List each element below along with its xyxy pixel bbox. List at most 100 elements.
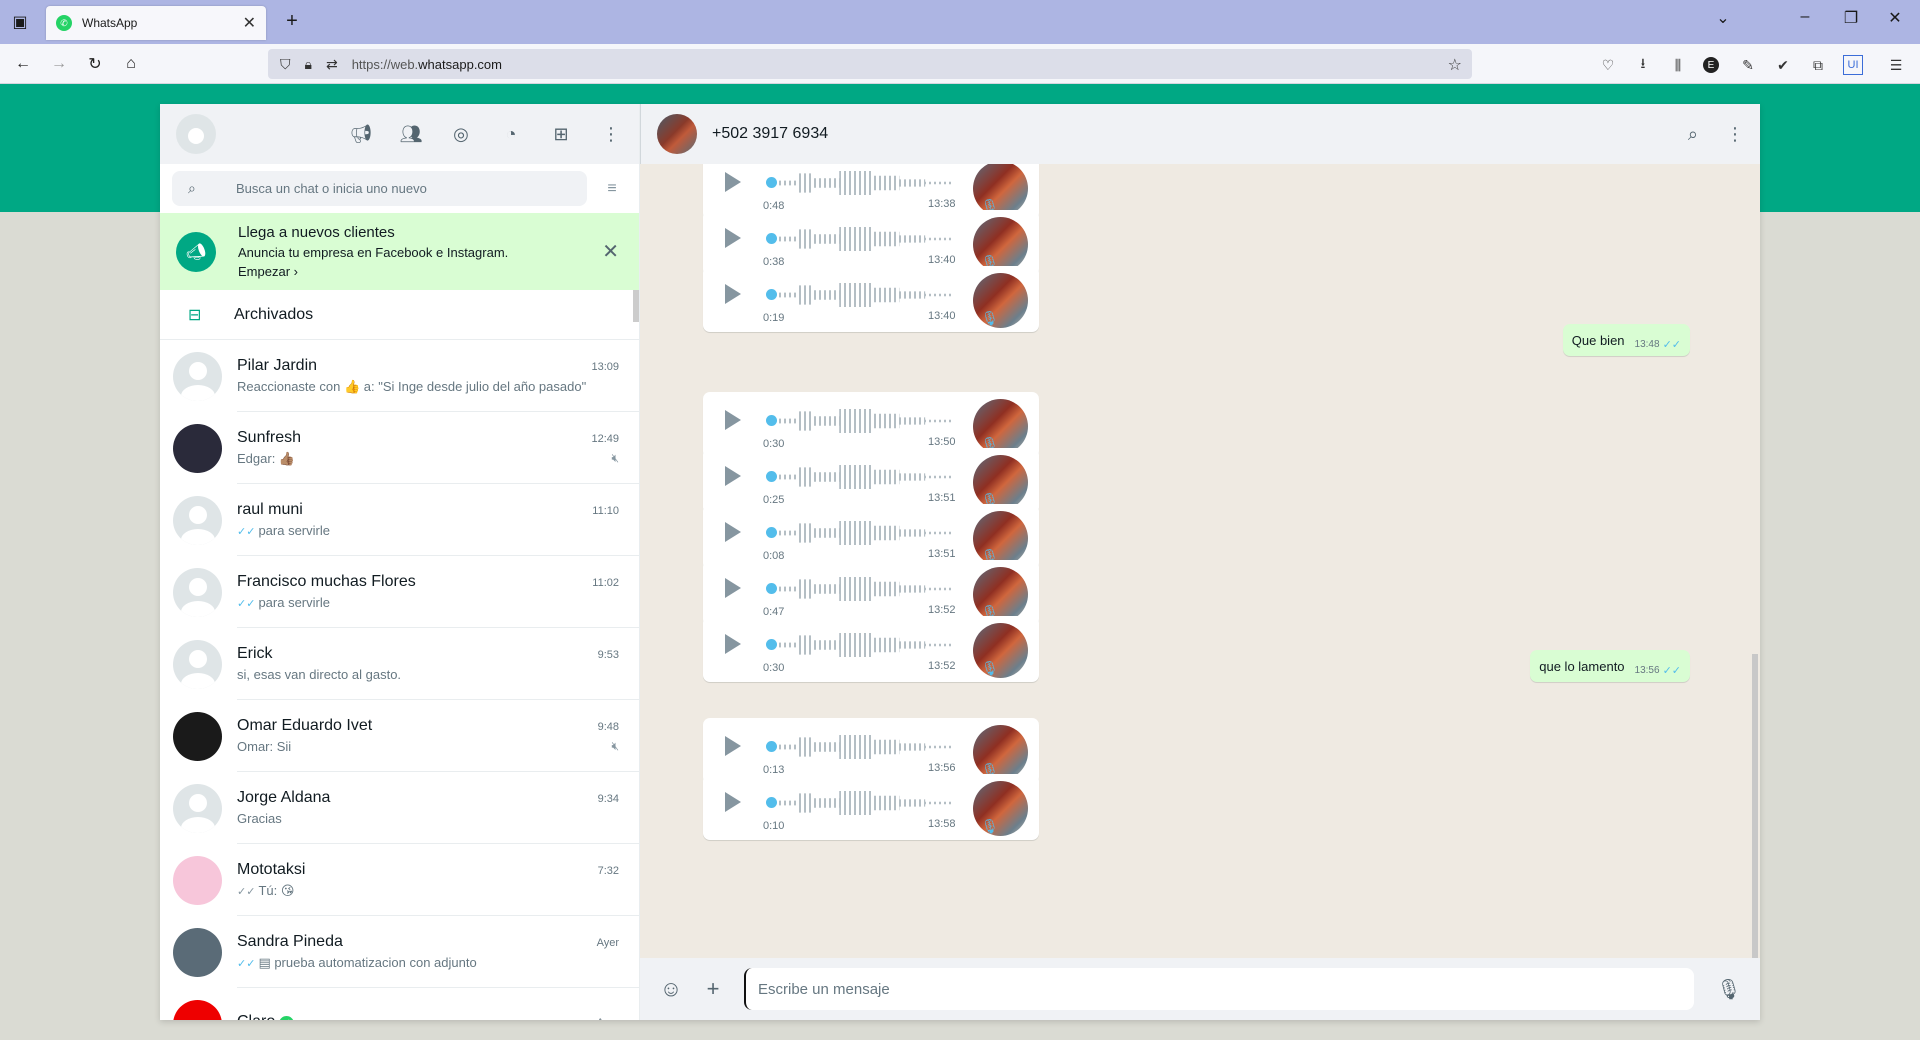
read-receipt-icon: ✓✓: [1662, 338, 1681, 351]
promo-banner[interactable]: 📣︎ Llega a nuevos clientes Anuncia tu em…: [160, 213, 639, 290]
playback-slider-handle[interactable]: [766, 471, 777, 482]
chat-list-item[interactable]: raul muni 11:10 ✓✓ para servirle: [160, 484, 639, 556]
extensions-puzzle-icon[interactable]: ⧉: [1808, 55, 1828, 75]
message-time: 13:52: [928, 604, 956, 616]
audio-waveform[interactable]: [779, 633, 951, 657]
close-window-icon[interactable]: ✕: [1880, 8, 1910, 28]
audio-waveform[interactable]: [779, 171, 951, 195]
channels-icon[interactable]: 📢︎: [349, 124, 373, 145]
address-bar[interactable]: ⛉ 🔒︎ ⇄ https://web.whatsapp.com ☆: [268, 49, 1472, 79]
library-icon[interactable]: ⫼: [1668, 55, 1688, 75]
menu-dots-icon[interactable]: ⋮: [1726, 124, 1744, 145]
audio-waveform[interactable]: [779, 465, 951, 489]
conversation-header[interactable]: +502 3917 6934 ⌕ ⋮: [640, 104, 1760, 164]
home-icon[interactable]: ⌂: [120, 53, 142, 75]
contact-name[interactable]: +502 3917 6934: [712, 125, 828, 143]
playback-slider-handle[interactable]: [766, 797, 777, 808]
chat-list-item[interactable]: Claro ✓ Ayer: [160, 988, 639, 1020]
chat-list-item[interactable]: Sunfresh 12:49 Edgar: 👍🏽 🔇︎: [160, 412, 639, 484]
play-icon[interactable]: [725, 172, 741, 192]
playback-slider-handle[interactable]: [766, 415, 777, 426]
play-icon[interactable]: [725, 284, 741, 304]
restore-icon[interactable]: ❐: [1836, 8, 1866, 28]
menu-icon[interactable]: ☰: [1886, 55, 1906, 75]
permissions-icon[interactable]: ⇄: [326, 56, 338, 73]
downloads-icon[interactable]: ⭳: [1633, 55, 1653, 75]
audio-waveform[interactable]: [779, 577, 951, 601]
message-input[interactable]: Escribe un mensaje: [744, 968, 1694, 1010]
extension-check-icon[interactable]: ✔: [1773, 55, 1793, 75]
chat-list-item[interactable]: Jorge Aldana 9:34 Gracias: [160, 772, 639, 844]
play-icon[interactable]: [725, 736, 741, 756]
extension-ui-icon[interactable]: UI: [1843, 55, 1863, 75]
search-input[interactable]: ⌕ Busca un chat o inicia uno nuevo: [172, 171, 587, 206]
list-all-tabs-icon[interactable]: ⌄: [1708, 8, 1738, 28]
chat-avatar: [173, 351, 222, 401]
url-text[interactable]: https://web.whatsapp.com: [352, 57, 502, 72]
shield-icon[interactable]: ⛉: [280, 56, 291, 73]
playback-slider-handle[interactable]: [766, 639, 777, 650]
emoji-icon[interactable]: ☺: [656, 976, 686, 1002]
minimize-icon[interactable]: –: [1790, 8, 1820, 26]
communities-icon[interactable]: 👥︎: [399, 124, 423, 145]
back-icon[interactable]: ←: [12, 53, 34, 75]
voice-message[interactable]: 0:19 13:40 🎙︎: [703, 266, 1039, 332]
playback-slider-handle[interactable]: [766, 527, 777, 538]
search-icon[interactable]: ⌕: [1688, 124, 1698, 145]
close-tab-icon[interactable]: ✕: [243, 13, 256, 33]
outgoing-message[interactable]: Que bien 13:48 ✓✓: [1562, 324, 1690, 356]
outgoing-message[interactable]: que lo lamento 13:56 ✓✓: [1530, 650, 1690, 682]
new-chat-icon[interactable]: ⊞: [549, 124, 573, 145]
play-icon[interactable]: [725, 792, 741, 812]
reload-icon[interactable]: ↻: [84, 53, 106, 75]
extension-e-icon[interactable]: E: [1703, 57, 1719, 73]
menu-dots-icon[interactable]: ⋮: [599, 124, 623, 145]
chat-list-item[interactable]: Mototaksi 7:32 ✓✓ Tú: 😘: [160, 844, 639, 916]
chat-list-item[interactable]: Francisco muchas Flores 11:02 ✓✓ para servi…: [160, 556, 639, 628]
lock-icon[interactable]: 🔒︎: [305, 56, 312, 73]
chat-list-item[interactable]: Omar Eduardo Ivet 9:48 Omar: Sii 🔇︎: [160, 700, 639, 772]
my-avatar[interactable]: [176, 114, 216, 154]
microphone-icon[interactable]: 🎙︎: [1714, 977, 1744, 1002]
voice-message[interactable]: 0:10 13:58 🎙︎: [703, 774, 1039, 840]
eyedropper-icon[interactable]: ✎: [1738, 55, 1758, 75]
filter-icon[interactable]: ≡: [597, 180, 627, 198]
channels-chat-icon[interactable]: ◔: [499, 124, 523, 145]
playback-slider-handle[interactable]: [766, 741, 777, 752]
pocket-icon[interactable]: ♡: [1598, 55, 1618, 75]
conversation-scrollbar[interactable]: [1752, 654, 1758, 958]
playback-slider-handle[interactable]: [766, 289, 777, 300]
audio-waveform[interactable]: [779, 227, 951, 251]
chat-list-item[interactable]: Sandra Pineda Ayer ✓✓ ▤ prueba automatizaci…: [160, 916, 639, 988]
contact-avatar[interactable]: [657, 114, 697, 154]
archived-row[interactable]: ⊟ Archivados: [160, 290, 639, 340]
playback-slider-handle[interactable]: [766, 233, 777, 244]
play-icon[interactable]: [725, 634, 741, 654]
playback-slider-handle[interactable]: [766, 177, 777, 188]
play-icon[interactable]: [725, 522, 741, 542]
playback-slider-handle[interactable]: [766, 583, 777, 594]
close-promo-icon[interactable]: ✕: [602, 239, 619, 264]
chat-list-item[interactable]: Erick 9:53 si, esas van directo al gasto.: [160, 628, 639, 700]
chat-list-item[interactable]: Pilar Jardin 13:09 Reaccionaste con 👍 a: "…: [160, 340, 639, 412]
browser-navbar: ← → ↻ ⌂ ⛉ 🔒︎ ⇄ https://web.whatsapp.com …: [0, 44, 1920, 84]
attach-plus-icon[interactable]: +: [698, 976, 728, 1002]
forward-icon[interactable]: →: [48, 53, 70, 75]
voice-message[interactable]: 0:30 13:52 🎙︎: [703, 616, 1039, 682]
browser-tab-whatsapp[interactable]: ✆ WhatsApp ✕: [46, 6, 266, 40]
audio-waveform[interactable]: [779, 521, 951, 545]
sidebar-scrollbar[interactable]: [633, 290, 639, 322]
audio-waveform[interactable]: [779, 735, 951, 759]
bookmark-star-icon[interactable]: ☆: [1448, 55, 1462, 75]
audio-waveform[interactable]: [779, 409, 951, 433]
play-icon[interactable]: [725, 578, 741, 598]
audio-waveform[interactable]: [779, 791, 951, 815]
audio-waveform[interactable]: [779, 283, 951, 307]
play-icon[interactable]: [725, 228, 741, 248]
promo-cta[interactable]: Empezar ›: [238, 264, 508, 279]
new-tab-icon[interactable]: +: [280, 10, 304, 33]
play-icon[interactable]: [725, 410, 741, 430]
tab-list-icon[interactable]: ▣: [8, 10, 32, 34]
play-icon[interactable]: [725, 466, 741, 486]
status-icon[interactable]: ◎: [449, 124, 473, 145]
